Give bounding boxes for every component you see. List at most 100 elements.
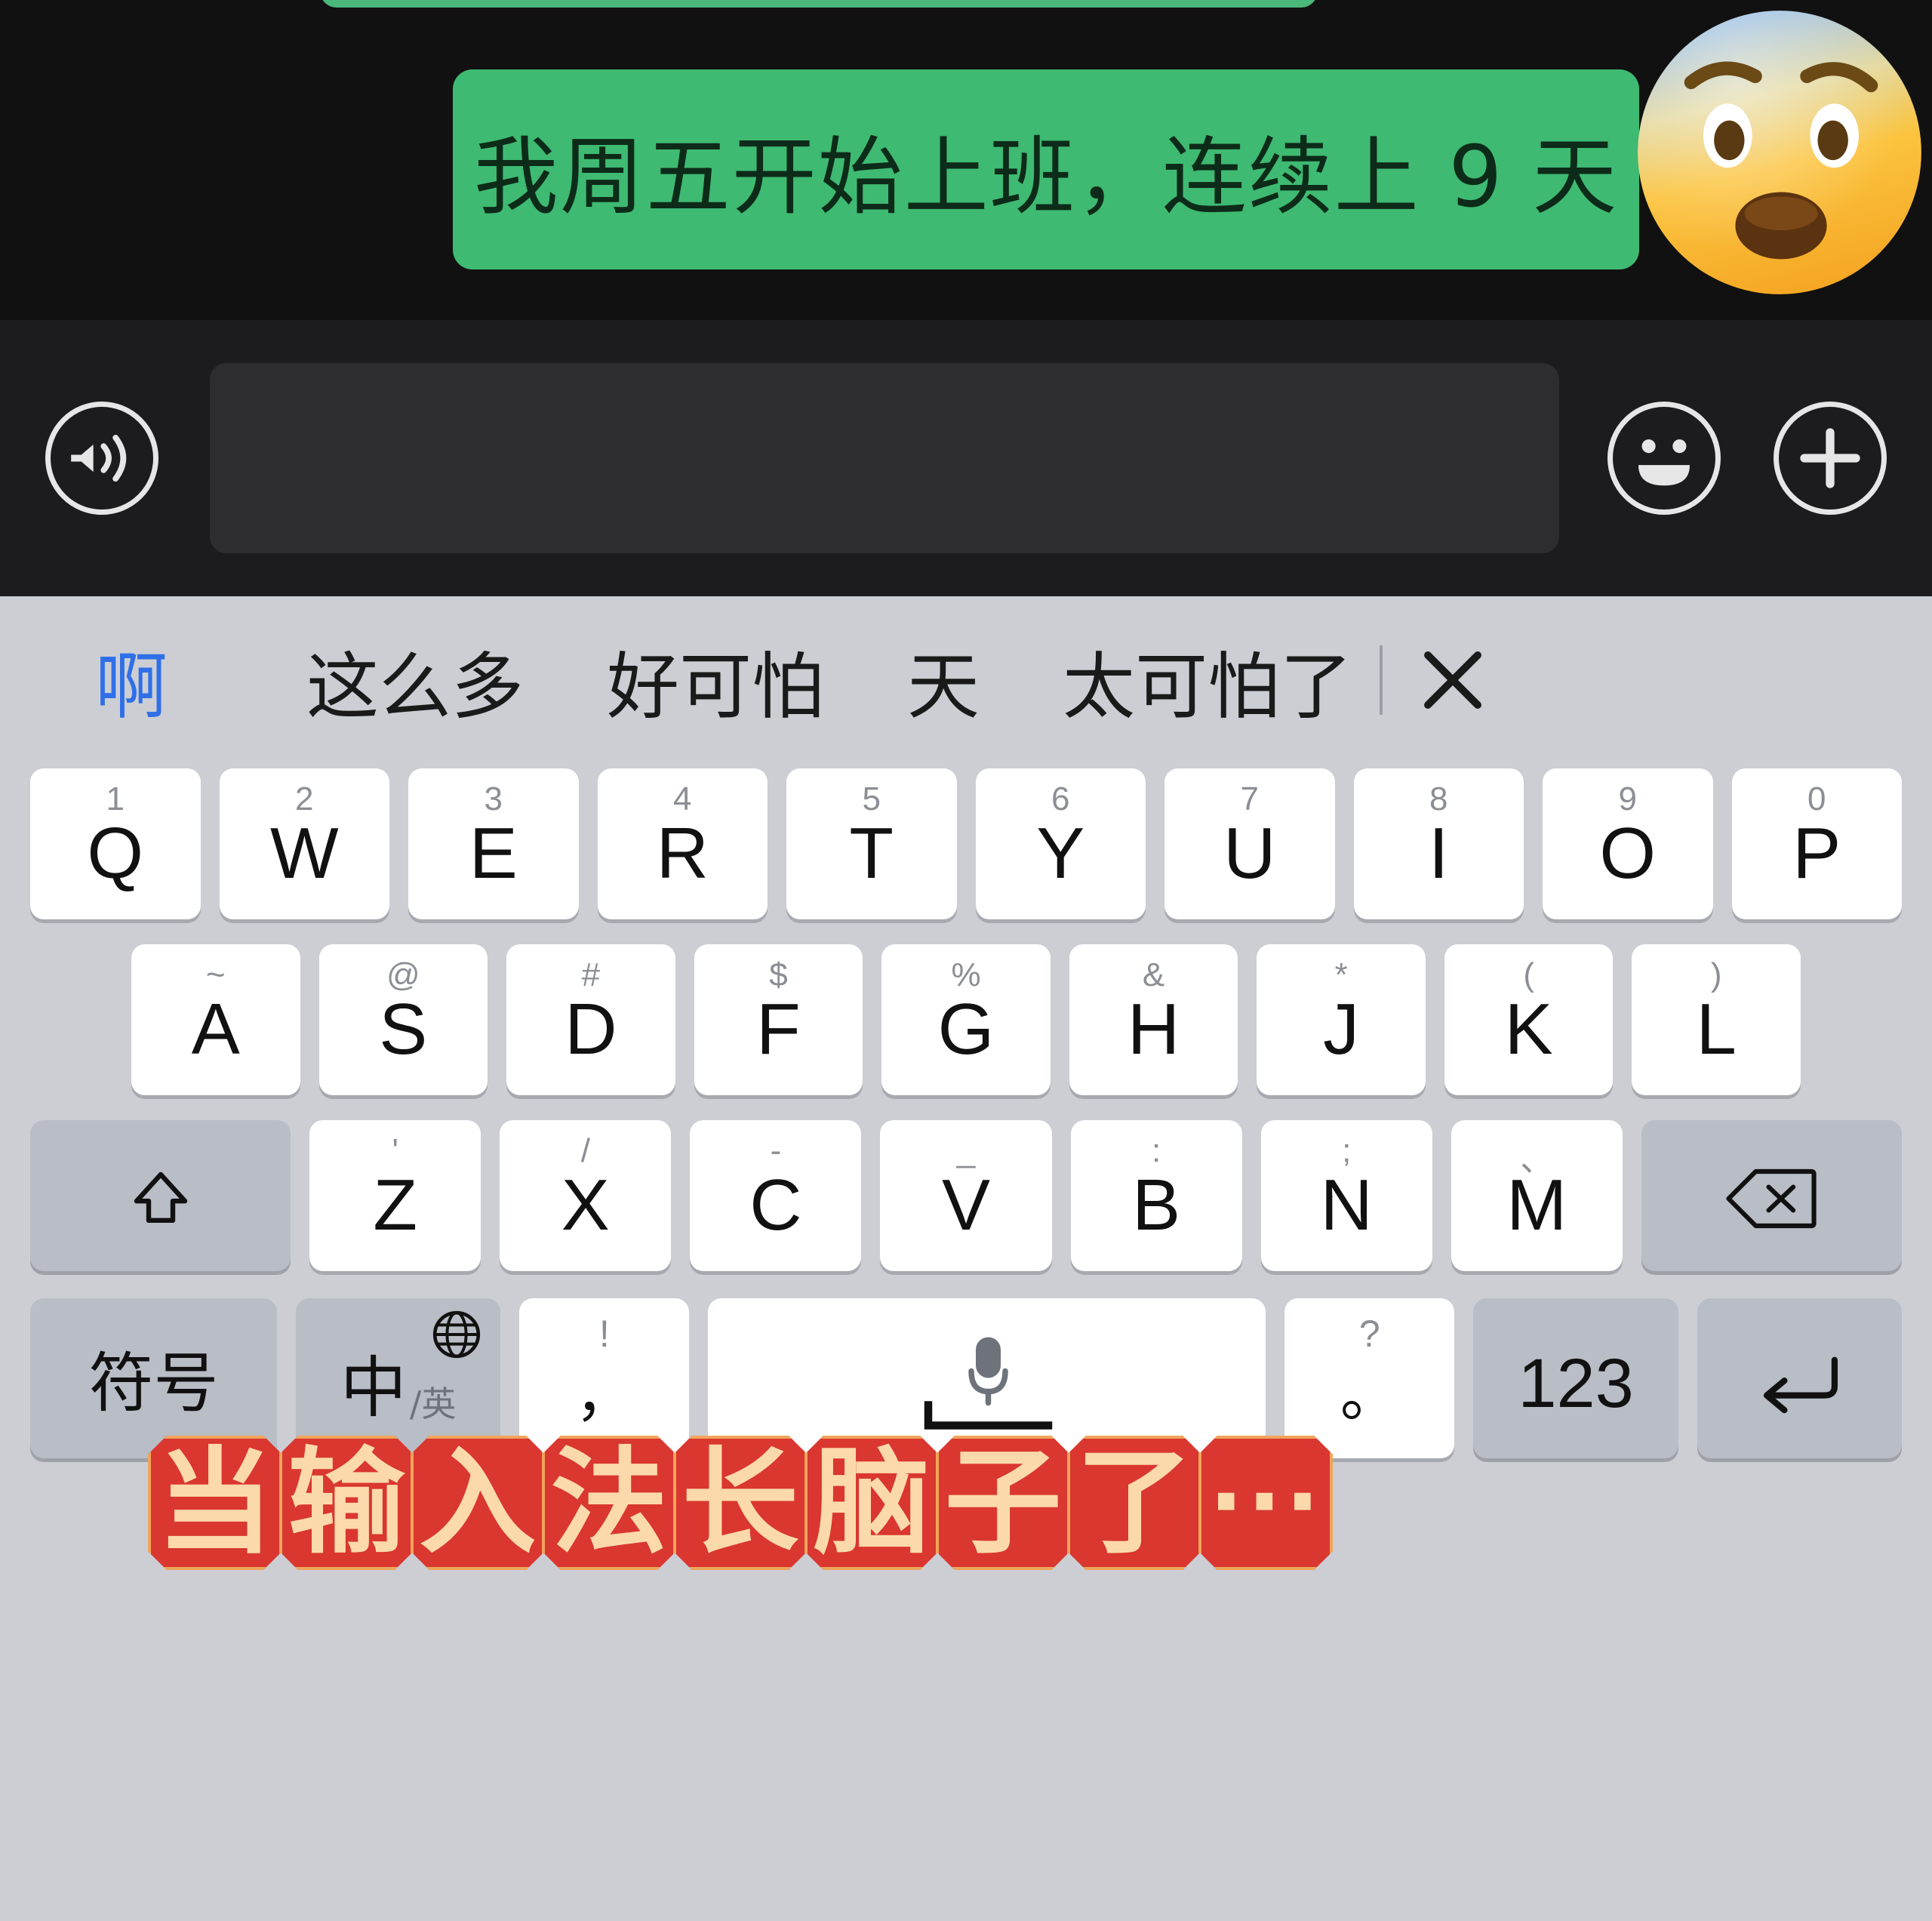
fearful-face-emoji <box>1638 11 1921 294</box>
candidate-item-0[interactable]: 啊 <box>95 628 168 733</box>
key-d[interactable]: # D <box>506 944 675 1095</box>
banner-char-6: 子 <box>936 1436 1070 1570</box>
key-x-label: X <box>561 1165 610 1245</box>
period-key-sup: ? <box>1358 1313 1380 1355</box>
key-z-sup: ' <box>392 1132 398 1169</box>
language-switch-key[interactable]: 中 /英 <box>295 1298 501 1458</box>
smiley-face-icon[interactable] <box>1607 402 1721 515</box>
input-toolbar-right-icons <box>1607 402 1887 515</box>
key-a[interactable]: ~ A <box>131 944 300 1095</box>
key-u[interactable]: 7U <box>1164 768 1335 919</box>
space-key[interactable] <box>708 1298 1266 1458</box>
key-q-sup: 1 <box>106 780 125 817</box>
key-z-label: Z <box>373 1165 418 1245</box>
key-m[interactable]: 、 M <box>1451 1120 1623 1271</box>
key-h-sup: & <box>1142 956 1165 993</box>
keyboard-row-asdf: ~ A @ S # D $ F % G & H * J (K ) L <box>0 919 1932 1095</box>
key-v[interactable]: _ V <box>880 1120 1052 1271</box>
backspace-delete-icon[interactable] <box>1641 1120 1902 1271</box>
plus-circle-icon[interactable] <box>1774 402 1887 515</box>
close-x-icon[interactable] <box>1411 639 1494 722</box>
key-e-label: E <box>469 813 518 894</box>
key-n-label: N <box>1320 1165 1373 1245</box>
key-g-label: G <box>937 989 995 1070</box>
key-p-sup: 0 <box>1807 780 1826 817</box>
key-g-sup: % <box>951 956 981 993</box>
symbol-key-label: 符号 <box>88 1346 219 1421</box>
key-y-sup: 6 <box>1051 780 1070 817</box>
voice-wave-icon[interactable] <box>45 402 158 515</box>
candidate-item-1[interactable]: 这么多 <box>306 628 524 733</box>
key-o-sup: 9 <box>1618 780 1637 817</box>
key-f[interactable]: $ F <box>694 944 863 1095</box>
key-v-label: V <box>941 1165 991 1245</box>
key-k-label: K <box>1504 989 1553 1070</box>
key-k[interactable]: (K <box>1444 944 1614 1095</box>
number-mode-label: 123 <box>1518 1345 1634 1422</box>
key-b[interactable]: :B <box>1070 1120 1242 1271</box>
key-l-label: L <box>1696 989 1737 1070</box>
number-mode-key[interactable]: 123 <box>1473 1298 1678 1458</box>
keyboard-row-qwerty: 1Q 2W 3E 4R 5T 6Y 7U 8I 9O 0P <box>0 764 1932 919</box>
keyboard-row-bottom: 符号 中 /英 ! ， ? 。 123 <box>0 1271 1932 1458</box>
key-q-label: Q <box>87 813 144 894</box>
message-text-input[interactable] <box>210 363 1559 553</box>
key-n[interactable]: ; N <box>1260 1120 1432 1271</box>
key-i-label: I <box>1428 813 1449 894</box>
candidate-divider <box>1380 645 1383 715</box>
candidate-suggestion-bar: 啊 这么多 好可怕 天 太可怕了 <box>0 596 1932 764</box>
banner-char-1: 输 <box>279 1436 414 1570</box>
key-o[interactable]: 9O <box>1543 768 1713 919</box>
key-h[interactable]: & H <box>1069 944 1238 1095</box>
key-q[interactable]: 1Q <box>30 768 201 919</box>
enter-return-arrow-icon[interactable] <box>1697 1298 1902 1458</box>
key-e-sup: 3 <box>484 780 503 817</box>
key-b-sup: : <box>1151 1132 1161 1169</box>
key-b-label: B <box>1132 1165 1181 1245</box>
language-key-main-label: 中 <box>340 1349 407 1427</box>
key-i[interactable]: 8I <box>1353 768 1524 919</box>
key-j[interactable]: * J <box>1257 944 1426 1095</box>
period-key-label: 。 <box>1340 1362 1399 1430</box>
banner-char-5: 脑 <box>804 1436 939 1570</box>
key-c[interactable]: -C <box>690 1120 862 1271</box>
red-caption-banner: 当 输 入 法 长 脑 子 了 ··· <box>148 1436 1333 1570</box>
key-i-sup: 8 <box>1429 780 1448 817</box>
key-l[interactable]: ) L <box>1632 944 1801 1095</box>
candidate-item-3[interactable]: 天 <box>907 628 980 733</box>
key-a-sup: ~ <box>205 956 226 993</box>
key-u-sup: 7 <box>1240 780 1259 817</box>
message-input-toolbar <box>0 320 1932 596</box>
key-r-label: R <box>656 813 709 894</box>
comma-key[interactable]: ! ， <box>519 1298 690 1458</box>
shift-up-arrow-icon[interactable] <box>30 1120 291 1271</box>
language-key-sub-label: /英 <box>409 1384 457 1424</box>
key-e[interactable]: 3E <box>408 768 579 919</box>
key-f-sup: $ <box>769 956 788 993</box>
key-s[interactable]: @ S <box>318 944 488 1095</box>
key-x[interactable]: / X <box>500 1120 672 1271</box>
key-p[interactable]: 0P <box>1731 768 1902 919</box>
candidate-item-2[interactable]: 好可怕 <box>607 628 824 733</box>
key-r[interactable]: 4R <box>597 768 768 919</box>
key-x-sup: / <box>580 1132 590 1169</box>
key-g[interactable]: % G <box>881 944 1051 1095</box>
period-key[interactable]: ? 。 <box>1284 1298 1455 1458</box>
key-t[interactable]: 5T <box>786 768 957 919</box>
key-y[interactable]: 6Y <box>975 768 1146 919</box>
outgoing-message-bubble[interactable]: 我周五开始上班，连续上 9 天 <box>453 69 1639 269</box>
key-a-label: A <box>191 989 240 1070</box>
key-c-sup: - <box>770 1132 782 1169</box>
key-m-sup: 、 <box>1520 1141 1554 1178</box>
key-z[interactable]: ' Z <box>309 1120 481 1271</box>
key-w[interactable]: 2W <box>219 768 389 919</box>
previous-message-bubble[interactable] <box>320 0 1318 8</box>
candidate-item-4[interactable]: 太可怕了 <box>1063 628 1352 733</box>
key-t-label: T <box>849 813 894 894</box>
key-j-sup: * <box>1334 956 1348 993</box>
key-w-label: W <box>269 813 339 894</box>
banner-char-2: 入 <box>411 1436 545 1570</box>
symbol-key[interactable]: 符号 <box>30 1298 277 1458</box>
banner-char-3: 法 <box>542 1436 676 1570</box>
key-o-label: O <box>1599 813 1657 894</box>
